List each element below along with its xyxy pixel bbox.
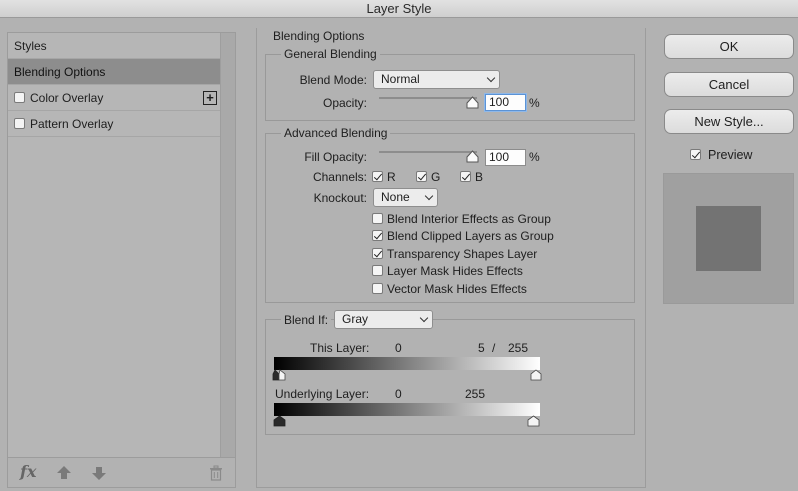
this-layer-label: This Layer: <box>310 341 370 355</box>
channels-label: Channels: <box>312 170 367 184</box>
cancel-button[interactable]: Cancel <box>664 72 794 97</box>
opacity-label: Opacity: <box>322 96 367 110</box>
fill-opacity-input[interactable]: 100 <box>485 149 526 166</box>
knockout-value: None <box>381 190 410 204</box>
preview-label: Preview <box>708 148 753 162</box>
opacity-unit: % <box>529 96 540 110</box>
underlying-layer-gradient <box>274 403 540 416</box>
fill-opacity-unit: % <box>529 150 540 164</box>
blend-if-select[interactable]: Gray <box>334 310 433 329</box>
underlying-layer-white-handle[interactable] <box>527 415 540 427</box>
move-up-icon[interactable] <box>54 463 74 483</box>
general-blending-title: General Blending <box>281 47 380 61</box>
this-layer-black-split-handle[interactable] <box>272 369 288 381</box>
chevron-down-icon <box>486 73 496 83</box>
styles-item-color-overlay[interactable]: Color Overlay + <box>8 85 220 111</box>
fill-opacity-label: Fill Opacity: <box>304 150 367 164</box>
underlying-layer-black-handle[interactable] <box>273 415 286 427</box>
styles-item-label: Blending Options <box>14 65 106 79</box>
blend-if-value: Gray <box>342 312 369 326</box>
preview-checkbox[interactable] <box>690 149 701 160</box>
ok-button[interactable]: OK <box>664 34 794 59</box>
pattern-overlay-checkbox[interactable] <box>14 118 25 129</box>
preview-square <box>696 206 761 271</box>
layer-mask-hides-checkbox[interactable] <box>372 265 383 276</box>
add-color-overlay-button[interactable]: + <box>203 91 217 105</box>
this-layer-gradient <box>274 357 540 370</box>
blend-mode-label: Blend Mode: <box>299 73 367 87</box>
chevron-down-icon <box>419 313 429 323</box>
this-layer-separator: / <box>492 341 496 355</box>
fill-opacity-slider-thumb[interactable] <box>466 150 479 163</box>
styles-bottom-bar: fx <box>8 457 235 487</box>
styles-item-styles[interactable]: Styles <box>8 33 220 59</box>
styles-item-pattern-overlay[interactable]: Pattern Overlay <box>8 111 220 137</box>
channel-r-checkbox[interactable] <box>372 171 383 182</box>
chevron-down-icon <box>424 191 434 201</box>
layer-mask-hides-label: Layer Mask Hides Effects <box>387 264 523 278</box>
window-title: Layer Style <box>0 0 798 18</box>
advanced-blending-title: Advanced Blending <box>281 126 391 140</box>
styles-item-blending-options[interactable]: Blending Options <box>8 59 220 85</box>
preview-thumbnail <box>663 173 794 304</box>
blend-mode-value: Normal <box>381 72 420 86</box>
color-overlay-checkbox[interactable] <box>14 92 25 103</box>
styles-list: Styles Blending Options Color Overlay + … <box>8 33 220 457</box>
vector-mask-hides-label: Vector Mask Hides Effects <box>387 282 527 296</box>
blend-mode-select[interactable]: Normal <box>373 70 500 89</box>
channel-g-label: G <box>431 170 441 184</box>
vector-mask-hides-checkbox[interactable] <box>372 283 383 294</box>
this-layer-high-value-a: 5 <box>478 341 485 355</box>
channel-r-label: R <box>387 170 396 184</box>
fill-opacity-slider-track[interactable] <box>379 151 477 153</box>
knockout-select[interactable]: None <box>373 188 438 207</box>
trash-icon[interactable] <box>206 463 226 483</box>
underlying-layer-low-value: 0 <box>395 387 402 401</box>
styles-item-label: Color Overlay <box>30 91 104 105</box>
this-layer-low-value: 0 <box>395 341 402 355</box>
blend-clipped-layers-label: Blend Clipped Layers as Group <box>387 229 554 243</box>
fx-icon[interactable]: fx <box>20 462 36 481</box>
blend-interior-effects-checkbox[interactable] <box>372 213 383 224</box>
this-layer-high-value-b: 255 <box>508 341 529 355</box>
this-layer-white-handle[interactable] <box>530 369 542 381</box>
channel-b-checkbox[interactable] <box>460 171 471 182</box>
styles-scrollbar[interactable] <box>220 33 235 457</box>
transparency-shapes-label: Transparency Shapes Layer <box>387 247 538 261</box>
underlying-layer-high-value: 255 <box>465 387 486 401</box>
styles-item-label: Styles <box>14 39 47 53</box>
underlying-layer-label: Underlying Layer: <box>275 387 370 401</box>
blend-if-group <box>265 319 635 435</box>
blend-if-label: Blend If: <box>281 313 332 327</box>
new-style-button[interactable]: New Style... <box>664 109 794 134</box>
blending-options-title: Blending Options <box>270 29 368 43</box>
styles-panel: Styles Blending Options Color Overlay + … <box>7 32 236 488</box>
opacity-slider-thumb[interactable] <box>466 96 479 109</box>
channel-b-label: B <box>475 170 484 184</box>
knockout-label: Knockout: <box>313 191 367 205</box>
opacity-input[interactable]: 100 <box>485 94 526 111</box>
move-down-icon[interactable] <box>89 463 109 483</box>
opacity-slider-track[interactable] <box>379 97 477 99</box>
styles-item-label: Pattern Overlay <box>30 117 114 131</box>
channel-g-checkbox[interactable] <box>416 171 427 182</box>
blend-interior-effects-label: Blend Interior Effects as Group <box>387 212 551 226</box>
transparency-shapes-checkbox[interactable] <box>372 248 383 259</box>
blend-clipped-layers-checkbox[interactable] <box>372 230 383 241</box>
